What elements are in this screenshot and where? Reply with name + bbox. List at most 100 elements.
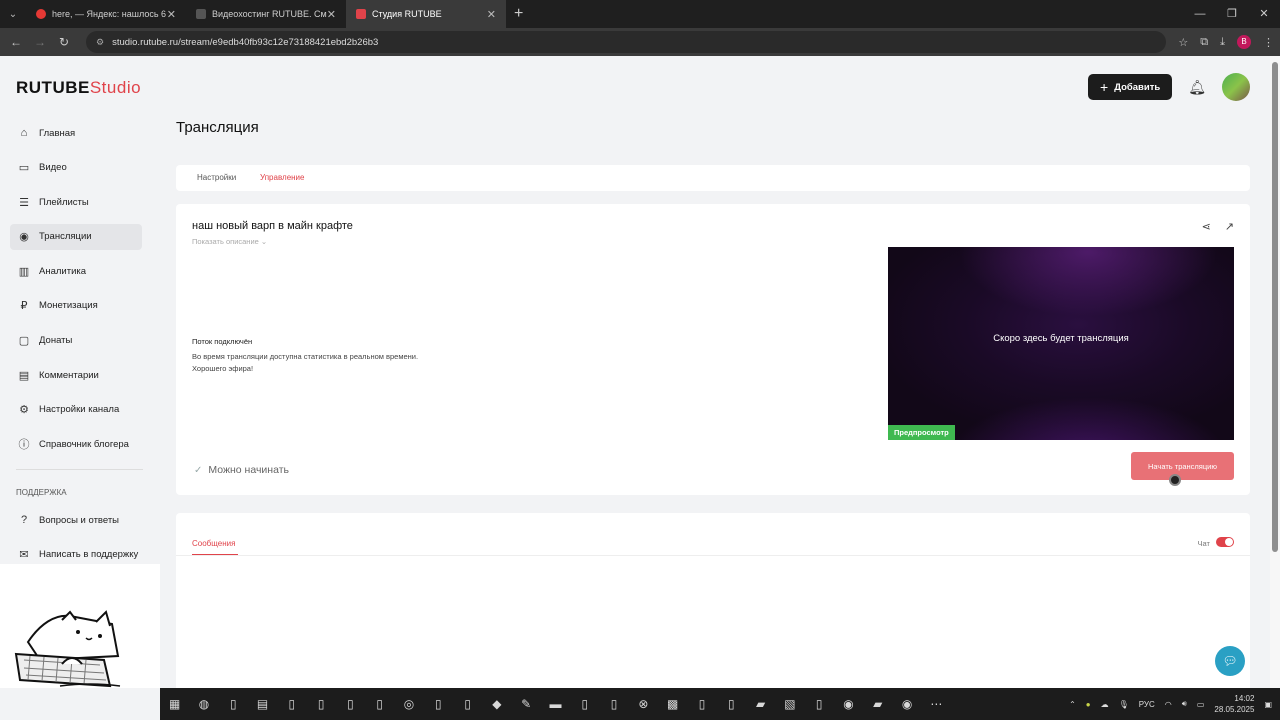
browser-tab-1[interactable]: here, — Яндекс: нашлось 6 тыс. ✕ [26, 0, 186, 28]
browser-icon[interactable]: ◉ [834, 697, 863, 711]
minecraft-icon[interactable]: ▧ [775, 697, 804, 711]
tab-list-chevron-icon[interactable]: ⌄ [0, 9, 26, 20]
paint-icon[interactable]: ◆ [482, 697, 511, 711]
share-icon[interactable]: ⋖ [1202, 220, 1211, 233]
sidebar-item-home[interactable]: ⌂ Главная [10, 120, 142, 146]
page-tabs: Настройки Управление [176, 165, 1250, 191]
scrollbar-thumb[interactable] [1272, 62, 1278, 552]
battery-icon[interactable]: ▭ [1197, 700, 1205, 709]
browser-tab-2[interactable]: Видеохостинг RUTUBE. Смотрите ✕ [186, 0, 346, 28]
bell-icon[interactable]: 🔔︎ [1188, 79, 1206, 96]
back-arrow-icon[interactable]: ← [4, 35, 28, 49]
site-info-icon[interactable]: ⚙ [96, 37, 104, 48]
close-window-icon[interactable]: ✕ [1248, 0, 1280, 28]
file-icon[interactable]: ▯ [336, 697, 365, 711]
sidebar-item-gear[interactable]: ⚙ Настройки канала [10, 397, 142, 423]
rutube-studio-logo[interactable]: RUTUBEStudio [16, 78, 141, 98]
start-stream-button[interactable]: Начать трансляцию [1131, 452, 1234, 480]
file-icon[interactable]: ▯ [277, 697, 306, 711]
add-button[interactable]: + Добавить [1088, 74, 1173, 100]
tab-management[interactable]: Управление [260, 173, 304, 182]
clock-time: 14:02 [1234, 694, 1255, 703]
file-icon[interactable]: ▯ [453, 697, 482, 711]
file-icon[interactable]: ▯ [599, 697, 628, 711]
reload-icon[interactable]: ↻ [52, 35, 76, 49]
calculator-icon[interactable]: ▤ [248, 697, 277, 711]
sidebar-item-label: Главная [39, 127, 76, 139]
extensions-icon[interactable]: ⧉ [1200, 36, 1208, 49]
browser-menu-icon[interactable]: ⋮ [1263, 36, 1274, 49]
external-link-icon[interactable]: ↗ [1225, 220, 1234, 233]
file-icon[interactable]: ▯ [219, 697, 248, 711]
maximize-icon[interactable]: ❐ [1216, 0, 1248, 28]
plus-icon: + [1100, 79, 1109, 95]
sidebar-item-label: Монетизация [39, 300, 98, 312]
taskbar-app-icon[interactable]: ▦ [160, 697, 189, 711]
analytics-icon: ▥ [18, 265, 30, 278]
tray-overflow-icon[interactable]: ⌃ [1069, 700, 1076, 709]
channel-avatar[interactable] [1222, 73, 1250, 101]
cloud-icon[interactable]: ☁ [1101, 700, 1109, 709]
new-tab-plus-icon[interactable]: + [506, 5, 531, 23]
sidebar-item-video[interactable]: ▭ Видео [10, 155, 142, 181]
sidebar-item-analytics[interactable]: ▥ Аналитика [10, 258, 142, 284]
stream-preview[interactable]: Скоро здесь будет трансляция Предпросмот… [888, 247, 1234, 440]
file-icon[interactable]: ▯ [365, 697, 394, 711]
downloads-icon[interactable]: ⤓ [1220, 36, 1225, 49]
tab-settings[interactable]: Настройки [197, 173, 236, 182]
browser-tab-3[interactable]: Студия RUTUBE ✕ [346, 0, 506, 28]
tray-app-icon[interactable]: ● [1086, 700, 1091, 709]
sidebar-item-broadcast[interactable]: ◉ Трансляции [10, 223, 142, 250]
sidebar-item-comments[interactable]: ▤ Комментарии [10, 362, 142, 388]
sidebar-item-ruble[interactable]: ₽ Монетизация [10, 293, 142, 319]
tab-messages[interactable]: Сообщения [192, 539, 235, 548]
volume-icon[interactable]: 🔊︎ [1182, 699, 1187, 709]
sidebar-item-playlist[interactable]: ☰ Плейлисты [10, 189, 142, 215]
file-icon[interactable]: ▯ [717, 697, 746, 711]
clock-date: 28.05.2025 [1214, 705, 1255, 714]
browser-tab-title: Студия RUTUBE [372, 9, 442, 19]
file-icon[interactable]: ▯ [570, 697, 599, 711]
globe-icon[interactable]: ◎ [394, 697, 423, 711]
sidebar-item-donate[interactable]: ▢ Донаты [10, 328, 142, 354]
pen-icon[interactable]: ✎ [512, 697, 541, 711]
whatsapp-icon[interactable]: ◍ [189, 697, 218, 711]
donate-icon: ▢ [18, 335, 30, 348]
notifications-icon[interactable]: ▣ [1264, 700, 1272, 709]
folder-icon[interactable]: ▰ [863, 697, 892, 711]
file-icon[interactable]: ▯ [424, 697, 453, 711]
windows-taskbar: ▦ ◍ ▯ ▤ ▯ ▯ ▯ ▯ ◎ ▯ ▯ ◆ ✎ ▬ ▯ ▯ ⊗ ▩ ▯ ▯ ▰ ▧ ▯ ◉ ▰ ◉ ⋯ ⌃ ● ☁ 🎙︎ РУС… [160, 688, 1280, 720]
chat-toggle[interactable] [1216, 537, 1234, 547]
page-scrollbar[interactable] [1270, 56, 1280, 688]
status-line-1: Во время трансляции доступна статистика … [192, 352, 419, 361]
language-indicator[interactable]: РУС [1139, 700, 1155, 709]
sidebar-item-label: Написать в поддержку [39, 549, 139, 561]
sidebar-item-info[interactable]: ⓘ Справочник блогера [10, 431, 142, 457]
address-bar[interactable]: ⚙ studio.rutube.ru/stream/e9edb40fb93c12… [86, 31, 1166, 53]
close-tab-icon[interactable]: ✕ [487, 8, 496, 21]
file-icon[interactable]: ▯ [805, 697, 834, 711]
xbox-icon[interactable]: ⊗ [629, 697, 658, 711]
broadcast-icon: ◉ [19, 231, 29, 244]
support-chat-button[interactable]: 💬︎ [1215, 646, 1245, 676]
file-icon[interactable]: ▯ [306, 697, 335, 711]
chrome-icon[interactable]: ◉ [892, 697, 921, 711]
show-description-link[interactable]: Показать описание ⌄ [192, 237, 267, 246]
file-icon[interactable]: ▯ [687, 697, 716, 711]
folder-icon[interactable]: ▰ [746, 697, 775, 711]
close-tab-icon[interactable]: ✕ [167, 8, 176, 21]
profile-avatar[interactable]: В [1237, 35, 1251, 49]
forward-arrow-icon[interactable]: → [28, 35, 52, 49]
minimize-icon[interactable]: — [1184, 0, 1216, 28]
mouse-cursor [1169, 474, 1181, 486]
more-icon[interactable]: ⋯ [922, 697, 951, 711]
cat-keyboard-illustration [14, 610, 121, 688]
terminal-icon[interactable]: ▬ [541, 697, 570, 711]
bookmark-star-icon[interactable]: ☆ [1178, 36, 1188, 49]
wifi-icon[interactable]: ◠ [1165, 700, 1172, 709]
microphone-icon[interactable]: 🎙︎ [1119, 700, 1129, 709]
photoshop-icon[interactable]: ▩ [658, 697, 687, 711]
sidebar-item-question[interactable]: ? Вопросы и ответы [10, 507, 150, 533]
close-tab-icon[interactable]: ✕ [327, 8, 336, 21]
clock[interactable]: 14:02 28.05.2025 [1214, 693, 1254, 715]
